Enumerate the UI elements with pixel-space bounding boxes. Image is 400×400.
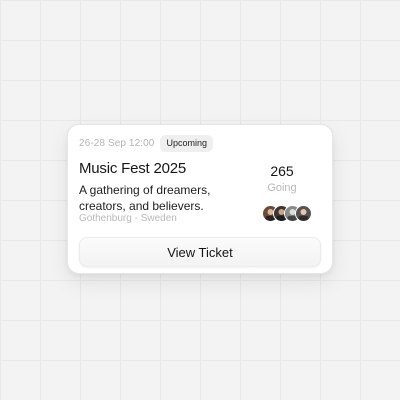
event-date: 26-28 Sep 12:00	[79, 138, 155, 149]
event-meta: 26-28 Sep 12:00 Upcoming	[79, 135, 213, 152]
event-description: A gathering of dreamers, creators, and b…	[79, 183, 211, 213]
event-card: 26-28 Sep 12:00 Upcoming Music Fest 2025…	[67, 124, 333, 274]
avatar	[295, 205, 312, 222]
attendee-label: Going	[267, 182, 297, 194]
attendee-summary: 265 Going	[252, 163, 312, 194]
status-badge: Upcoming	[160, 135, 213, 152]
event-title: Music Fest 2025	[79, 160, 187, 177]
attendee-count: 265	[270, 163, 294, 179]
event-location: Gothenburg - Sweden	[79, 213, 177, 224]
avatar-stack	[262, 205, 312, 222]
view-ticket-button[interactable]: View Ticket	[79, 237, 321, 267]
avatar-person-icon	[296, 206, 311, 221]
